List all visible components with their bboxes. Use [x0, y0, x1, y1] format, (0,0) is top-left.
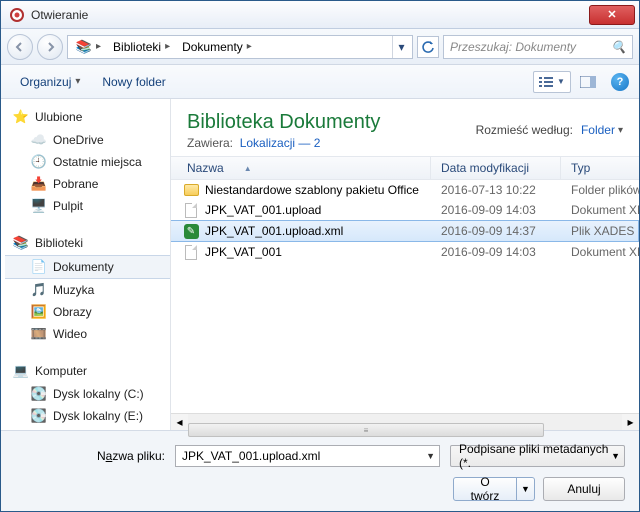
file-date: 2016-09-09 14:37 — [431, 224, 561, 238]
address-bar[interactable]: 📚▸ Biblioteki▸ Dokumenty▸ ▾ — [67, 35, 413, 59]
disk-icon: 💽 — [31, 408, 47, 424]
cancel-button[interactable]: Anuluj — [543, 477, 625, 501]
arrange-dropdown[interactable]: Folder▾ — [581, 123, 623, 137]
filename-value: JPK_VAT_001.upload.xml — [182, 449, 320, 463]
filter-dropdown[interactable]: Podpisane pliki metadanych (*.▼ — [450, 445, 625, 467]
nav-favorites-label: Ulubione — [35, 110, 82, 124]
horizontal-scrollbar[interactable]: ◂ ≡ ▸ — [171, 413, 639, 430]
app-icon — [9, 7, 25, 23]
file-row[interactable]: Niestandardowe szablony pakietu Office 20… — [171, 180, 639, 200]
refresh-button[interactable] — [417, 36, 439, 58]
nav-onedrive[interactable]: ☁️OneDrive — [5, 129, 170, 151]
nav-documents[interactable]: 📄Dokumenty — [5, 255, 170, 279]
star-icon: ⭐ — [13, 109, 29, 125]
file-date: 2016-07-13 10:22 — [431, 183, 561, 197]
nav-tree[interactable]: ⭐ Ulubione ☁️OneDrive 🕘Ostatnie miejsca 📥… — [1, 99, 171, 430]
nav-back-button[interactable] — [7, 34, 33, 60]
nav-drive-c[interactable]: 💽Dysk lokalny (C:) — [5, 383, 170, 405]
nav-forward-button[interactable] — [37, 34, 63, 60]
chevron-down-icon[interactable]: ▼ — [426, 451, 435, 461]
download-icon: 📥 — [31, 176, 47, 192]
file-name: JPK_VAT_001 — [205, 245, 282, 259]
video-icon: 🎞️ — [31, 326, 47, 342]
file-type: Dokument XML — [561, 203, 639, 217]
file-row[interactable]: JPK_VAT_001.upload 2016-09-09 14:03Dokume… — [171, 200, 639, 220]
file-type: Folder plików — [561, 183, 639, 197]
open-dropdown[interactable]: ▼ — [517, 477, 535, 501]
search-placeholder: Przeszukaj: Dokumenty — [450, 40, 576, 54]
nav-computer[interactable]: 💻 Komputer — [5, 359, 170, 383]
nav-videos[interactable]: 🎞️Wideo — [5, 323, 170, 345]
file-row[interactable]: JPK_VAT_001 2016-09-09 14:03Dokument XML — [171, 242, 639, 262]
file-name: Niestandardowe szablony pakietu Office — [205, 183, 419, 197]
picture-icon: 🖼️ — [31, 304, 47, 320]
scroll-right-button[interactable]: ▸ — [622, 414, 639, 431]
nav-desktop[interactable]: 🖥️Pulpit — [5, 195, 170, 217]
filename-input[interactable]: JPK_VAT_001.upload.xml ▼ — [175, 445, 440, 467]
new-folder-label: Nowy folder — [102, 75, 165, 89]
nav-downloads[interactable]: 📥Pobrane — [5, 173, 170, 195]
new-folder-button[interactable]: Nowy folder — [93, 70, 174, 94]
file-date: 2016-09-09 14:03 — [431, 245, 561, 259]
open-button[interactable]: Otwórz ▼ — [453, 477, 535, 501]
filename-label: Nazwa pliku: — [15, 449, 165, 463]
scroll-left-button[interactable]: ◂ — [171, 414, 188, 431]
organize-label: Organizuj — [20, 75, 71, 89]
nav-music[interactable]: 🎵Muzyka — [5, 279, 170, 301]
breadcrumb-seg1[interactable]: Biblioteki▸ — [107, 36, 176, 58]
breadcrumb-seg2[interactable]: Dokumenty▸ — [176, 36, 258, 58]
file-type: Dokument XML — [561, 245, 639, 259]
organize-button[interactable]: Organizuj▾ — [11, 70, 89, 94]
address-dropdown[interactable]: ▾ — [392, 36, 410, 58]
column-date[interactable]: Data modyfikacji — [431, 157, 561, 179]
file-icon — [185, 245, 197, 260]
preview-pane-button[interactable] — [575, 71, 601, 93]
document-icon: 📄 — [31, 259, 47, 275]
contains-label: Zawiera: — [187, 136, 233, 150]
file-type: Plik XADES — [561, 224, 638, 238]
nav-libraries[interactable]: 📚 Biblioteki — [5, 231, 170, 255]
library-icon: 📚 — [13, 235, 29, 251]
xml-icon: ✎ — [184, 224, 199, 239]
chevron-down-icon[interactable]: ▼ — [611, 451, 620, 461]
recent-icon: 🕘 — [31, 154, 47, 170]
nav-drive-e[interactable]: 💽Dysk lokalny (E:) — [5, 405, 170, 427]
music-icon: 🎵 — [31, 282, 47, 298]
search-input[interactable]: Przeszukaj: Dokumenty 🔍 — [443, 35, 633, 59]
close-button[interactable]: ✕ — [589, 5, 635, 25]
disk-icon: 💽 — [31, 386, 47, 402]
file-list[interactable]: Niestandardowe szablony pakietu Office 20… — [171, 180, 639, 413]
file-icon — [185, 203, 197, 218]
window-title: Otwieranie — [31, 8, 589, 22]
breadcrumb-root[interactable]: 📚▸ — [70, 36, 107, 58]
search-icon: 🔍 — [611, 40, 626, 54]
library-title: Biblioteka Dokumenty — [187, 111, 380, 134]
folder-icon — [184, 184, 199, 196]
breadcrumb-seg1-label: Biblioteki — [113, 40, 161, 54]
file-name: JPK_VAT_001.upload.xml — [205, 224, 343, 238]
scroll-thumb[interactable]: ≡ — [188, 423, 544, 437]
filter-label: Podpisane pliki metadanych (*. — [459, 442, 611, 470]
nav-pictures[interactable]: 🖼️Obrazy — [5, 301, 170, 323]
file-name: JPK_VAT_001.upload — [205, 203, 321, 217]
computer-icon: 💻 — [13, 363, 29, 379]
sort-asc-icon: ▲ — [244, 164, 252, 173]
view-mode-button[interactable]: ▼ — [533, 71, 571, 93]
locations-link[interactable]: Lokalizacji — 2 — [240, 136, 321, 150]
breadcrumb-seg2-label: Dokumenty — [182, 40, 243, 54]
desktop-icon: 🖥️ — [31, 198, 47, 214]
nav-favorites[interactable]: ⭐ Ulubione — [5, 105, 170, 129]
help-button[interactable]: ? — [611, 73, 629, 91]
file-date: 2016-09-09 14:03 — [431, 203, 561, 217]
column-name[interactable]: Nazwa▲ — [171, 157, 431, 179]
arrange-label: Rozmieść według: — [476, 123, 573, 137]
file-row[interactable]: ✎ JPK_VAT_001.upload.xml 2016-09-09 14:37P… — [171, 220, 639, 242]
cloud-icon: ☁️ — [31, 132, 47, 148]
nav-computer-label: Komputer — [35, 364, 87, 378]
nav-libraries-label: Biblioteki — [35, 236, 83, 250]
nav-recent[interactable]: 🕘Ostatnie miejsca — [5, 151, 170, 173]
column-type[interactable]: Typ — [561, 157, 639, 179]
